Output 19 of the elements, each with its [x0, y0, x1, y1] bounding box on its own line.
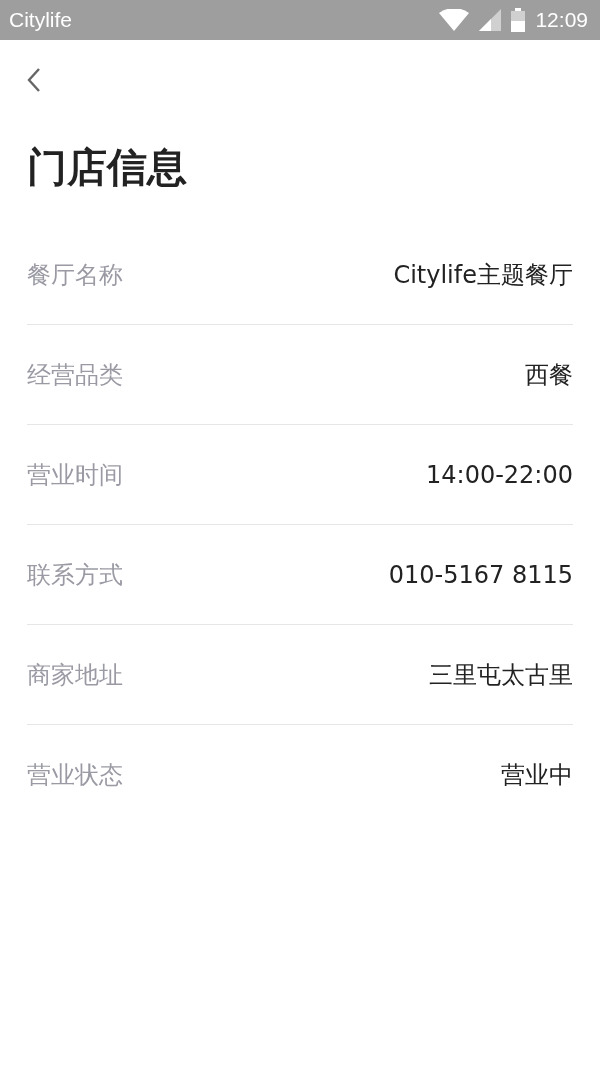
battery-icon — [511, 8, 526, 32]
field-value: 西餐 — [525, 359, 573, 391]
field-value: Citylife主题餐厅 — [393, 259, 573, 291]
field-value: 三里屯太古里 — [429, 659, 573, 691]
field-label: 营业状态 — [27, 760, 123, 791]
field-value: 010-5167 8115 — [388, 560, 573, 589]
field-label: 商家地址 — [27, 659, 123, 691]
field-label: 餐厅名称 — [27, 259, 123, 291]
back-icon[interactable] — [27, 67, 41, 93]
wifi-icon — [439, 9, 470, 31]
field-label: 经营品类 — [27, 359, 123, 391]
signal-icon — [479, 9, 502, 31]
field-label: 营业时间 — [27, 459, 123, 491]
clock: 12:09 — [535, 8, 588, 32]
page-title: 门店信息 — [27, 143, 188, 192]
field-label: 联系方式 — [27, 559, 123, 591]
app-name: Citylife — [9, 8, 72, 32]
field-value: 营业中 — [501, 760, 573, 791]
field-value: 14:00-22:00 — [426, 460, 573, 489]
